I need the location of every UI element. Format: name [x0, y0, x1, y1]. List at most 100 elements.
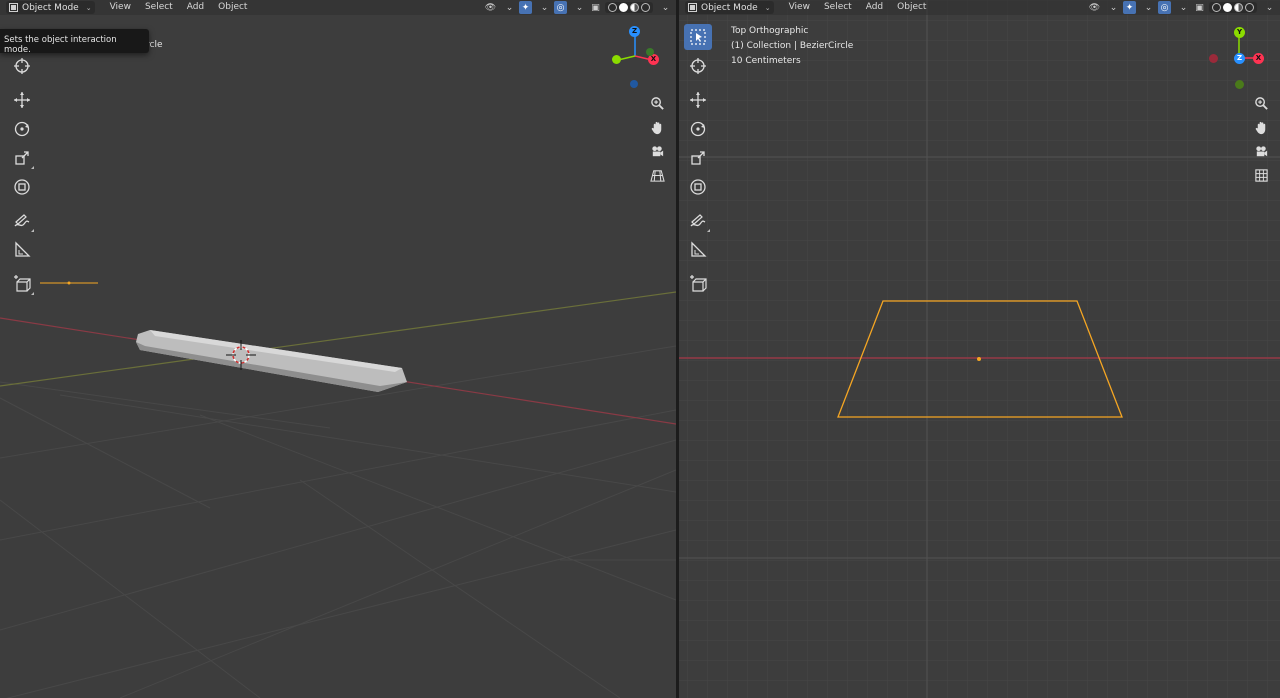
rendered-shading-icon[interactable] — [1245, 3, 1254, 12]
material-shading-icon[interactable] — [1234, 3, 1243, 12]
add-cube-tool[interactable] — [684, 271, 712, 297]
select-box-icon — [690, 29, 706, 45]
chevron-down-icon: ⌄ — [85, 3, 92, 12]
solid-shading-icon[interactable] — [1223, 3, 1232, 12]
menu-view[interactable]: View — [782, 1, 817, 14]
scale-tool[interactable] — [8, 145, 36, 171]
xray-toggle-icon[interactable]: ▣ — [1193, 1, 1206, 14]
nav-controls-right — [1252, 94, 1270, 184]
visibility-eye-icon[interactable]: 👁 — [484, 1, 497, 14]
overlay-toggle-icon[interactable]: ◎ — [554, 1, 567, 14]
menu-add[interactable]: Add — [180, 1, 211, 14]
annotate-tool[interactable] — [684, 208, 712, 234]
menu-select[interactable]: Select — [817, 1, 859, 14]
gizmo-neg-x-axis[interactable] — [1209, 54, 1218, 63]
menu-object[interactable]: Object — [890, 1, 933, 14]
projection-toggle-button[interactable] — [1252, 166, 1270, 184]
gizmo-toggle-icon[interactable]: ✦ — [1123, 1, 1136, 14]
move-icon — [690, 92, 706, 108]
gizmo-z-axis[interactable]: Z — [629, 26, 640, 37]
transform-icon — [14, 179, 30, 195]
shading-modes — [1209, 2, 1257, 13]
cursor-tool[interactable] — [8, 53, 36, 79]
camera-view-button[interactable] — [648, 142, 666, 160]
cursor-icon — [14, 58, 30, 74]
chevron-down-icon[interactable]: ⌄ — [573, 1, 586, 14]
rotate-tool[interactable] — [8, 116, 36, 142]
viewport-header-right: Object Mode ⌄ View Select Add Object 👁 ⌄… — [679, 0, 1280, 15]
pan-button[interactable] — [648, 118, 666, 136]
chevron-down-icon[interactable]: ⌄ — [1107, 1, 1120, 14]
move-tool[interactable] — [8, 87, 36, 113]
viewport-right-top-ortho[interactable]: Object Mode ⌄ View Select Add Object 👁 ⌄… — [679, 0, 1280, 698]
gizmo-neg-y-axis[interactable] — [1235, 80, 1244, 89]
viewport-header-left: Object Mode ⌄ View Select Add Object 👁 ⌄… — [0, 0, 676, 15]
navigation-gizmo-left[interactable]: Z X — [608, 24, 668, 94]
menu-object[interactable]: Object — [211, 1, 254, 14]
grid-icon — [1254, 168, 1268, 182]
object-mode-icon — [688, 3, 697, 12]
scale-icon — [15, 151, 29, 165]
zoom-icon — [1254, 96, 1268, 110]
menu-add[interactable]: Add — [859, 1, 890, 14]
transform-tool[interactable] — [8, 174, 36, 200]
chevron-down-icon[interactable]: ⌄ — [1263, 1, 1276, 14]
zoom-button[interactable] — [648, 94, 666, 112]
mode-label: Object Mode — [701, 2, 758, 13]
mode-dropdown-right[interactable]: Object Mode ⌄ — [685, 1, 774, 14]
cursor-tool[interactable] — [684, 53, 712, 79]
chevron-down-icon[interactable]: ⌄ — [1142, 1, 1155, 14]
grid-scale-label: 10 Centimeters — [731, 56, 801, 66]
zoom-button[interactable] — [1252, 94, 1270, 112]
gizmo-x-axis[interactable]: X — [1253, 53, 1264, 64]
measure-icon — [691, 241, 707, 257]
visibility-eye-icon[interactable]: 👁 — [1088, 1, 1101, 14]
gizmo-toggle-icon[interactable]: ✦ — [519, 1, 532, 14]
mode-dropdown[interactable]: Object Mode ⌄ — [6, 1, 95, 14]
chevron-down-icon[interactable]: ⌄ — [538, 1, 551, 14]
viewport-scene-top[interactable] — [679, 0, 1280, 698]
measure-icon — [15, 241, 31, 257]
viewport-left-perspective[interactable]: Object Mode ⌄ View Select Add Object 👁 ⌄… — [0, 0, 676, 698]
scale-tool[interactable] — [684, 145, 712, 171]
rotate-tool[interactable] — [684, 116, 712, 142]
gizmo-y-axis[interactable] — [612, 55, 621, 64]
projection-toggle-button[interactable] — [648, 166, 666, 184]
measure-tool[interactable] — [8, 237, 36, 263]
gizmo-neg-z-axis[interactable] — [630, 80, 638, 88]
gizmo-y-axis[interactable]: Y — [1234, 27, 1245, 38]
menu-select[interactable]: Select — [138, 1, 180, 14]
select-box-tool[interactable] — [684, 24, 712, 50]
move-tool[interactable] — [684, 87, 712, 113]
wireframe-shading-icon[interactable] — [608, 3, 617, 12]
camera-view-button[interactable] — [1252, 142, 1270, 160]
pan-button[interactable] — [1252, 118, 1270, 136]
perspective-grid-icon — [649, 169, 665, 182]
mode-label: Object Mode — [22, 2, 79, 13]
chevron-down-icon[interactable]: ⌄ — [1177, 1, 1190, 14]
add-cube-tool[interactable] — [8, 271, 36, 297]
chevron-down-icon[interactable]: ⌄ — [659, 1, 672, 14]
viewport-scene[interactable] — [0, 0, 676, 698]
annotate-tool[interactable] — [8, 208, 36, 234]
scale-icon — [691, 151, 705, 165]
gizmo-neg-y-axis[interactable] — [646, 48, 654, 56]
wireframe-shading-icon[interactable] — [1212, 3, 1221, 12]
viewport-info: Top Orthographic (1) Collection | Bezier… — [731, 24, 853, 69]
solid-shading-icon[interactable] — [619, 3, 628, 12]
transform-tool[interactable] — [684, 174, 712, 200]
gizmo-z-axis[interactable]: Z — [1234, 53, 1245, 64]
measure-tool[interactable] — [684, 237, 712, 263]
zoom-icon — [650, 96, 664, 110]
nav-controls-left — [648, 94, 666, 184]
overlay-toggle-icon[interactable]: ◎ — [1158, 1, 1171, 14]
chevron-down-icon[interactable]: ⌄ — [503, 1, 516, 14]
xray-toggle-icon[interactable]: ▣ — [589, 1, 602, 14]
annotate-icon — [690, 214, 706, 227]
menu-view[interactable]: View — [103, 1, 138, 14]
material-shading-icon[interactable] — [630, 3, 639, 12]
navigation-gizmo-right[interactable]: Y X Z — [1209, 24, 1269, 94]
rendered-shading-icon[interactable] — [641, 3, 650, 12]
floor-grid — [0, 345, 676, 698]
header-right-tools: 👁 ⌄ ✦ ⌄ ◎ ⌄ ▣ ⌄ — [484, 1, 672, 14]
